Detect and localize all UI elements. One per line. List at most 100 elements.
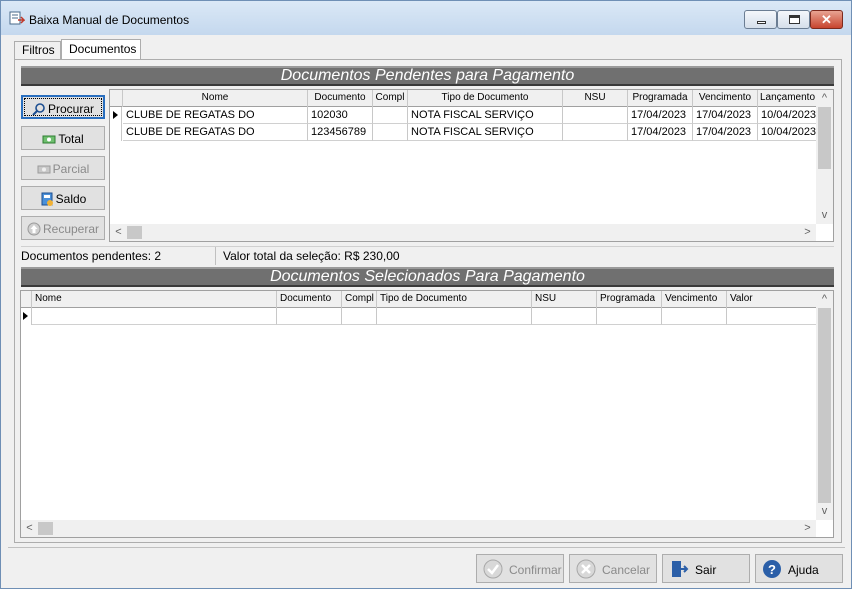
tab-filtros[interactable]: Filtros bbox=[14, 41, 61, 59]
table-row[interactable]: CLUBE DE REGATAS DO FLAMENGO 123456789 N… bbox=[110, 124, 818, 141]
col-tipo-documento[interactable]: Tipo de Documento bbox=[408, 90, 563, 107]
recuperar-button[interactable]: Recuperar bbox=[21, 216, 105, 240]
scroll-down-icon[interactable]: v bbox=[816, 503, 833, 520]
current-row-arrow-icon bbox=[23, 312, 28, 320]
saldo-button[interactable]: Saldo bbox=[21, 186, 105, 210]
money-icon bbox=[37, 165, 51, 174]
cell-nome: CLUBE DE REGATAS DO FLAMENGO bbox=[123, 124, 308, 141]
col-vencimento[interactable]: Vencimento bbox=[693, 90, 758, 107]
col-nsu[interactable]: NSU bbox=[532, 291, 597, 308]
selected-vertical-scrollbar[interactable]: ^ v bbox=[816, 291, 833, 520]
recuperar-label: Recuperar bbox=[42, 221, 100, 236]
scroll-left-icon[interactable]: < bbox=[21, 520, 38, 537]
cell-nsu bbox=[563, 107, 628, 124]
col-compl[interactable]: Compl bbox=[373, 90, 408, 107]
pending-horizontal-scrollbar[interactable]: < > bbox=[110, 224, 816, 241]
scroll-up-icon[interactable]: ^ bbox=[816, 90, 833, 107]
sair-label: Sair bbox=[695, 563, 717, 577]
close-button[interactable]: ✕ bbox=[810, 10, 843, 29]
arrow-up-circle-icon bbox=[27, 222, 41, 236]
minimize-button[interactable] bbox=[744, 10, 777, 29]
scroll-right-icon[interactable]: > bbox=[799, 520, 816, 537]
col-programada[interactable]: Programada bbox=[628, 90, 693, 107]
selected-documents-grid: Nome Documento Compl Tipo de Documento N… bbox=[20, 290, 834, 538]
row-indicator bbox=[110, 124, 122, 141]
total-label: Total bbox=[58, 131, 84, 146]
pending-grid-header: Nome Documento Compl Tipo de Documento N… bbox=[110, 90, 818, 107]
row-indicator bbox=[21, 308, 32, 325]
window-title: Baixa Manual de Documentos bbox=[29, 13, 190, 27]
procurar-label: Procurar bbox=[47, 101, 94, 116]
col-vencimento[interactable]: Vencimento bbox=[662, 291, 727, 308]
col-tipo-documento[interactable]: Tipo de Documento bbox=[377, 291, 532, 308]
cell-lancamento: 10/04/2023 bbox=[758, 124, 818, 141]
confirmar-button[interactable]: Confirmar bbox=[476, 554, 564, 583]
cancelar-button[interactable]: Cancelar bbox=[569, 554, 657, 583]
col-documento[interactable]: Documento bbox=[308, 90, 373, 107]
tab-documentos[interactable]: Documentos bbox=[61, 39, 141, 60]
col-documento[interactable]: Documento bbox=[277, 291, 342, 308]
scroll-down-icon[interactable]: v bbox=[816, 207, 833, 224]
col-nome[interactable]: Nome bbox=[123, 90, 308, 107]
col-programada[interactable]: Programada bbox=[597, 291, 662, 308]
table-row[interactable]: CLUBE DE REGATAS DO FLAMENGO 102030 NOTA… bbox=[110, 107, 818, 124]
table-row[interactable] bbox=[21, 308, 818, 325]
close-icon: ✕ bbox=[821, 12, 832, 27]
cell-compl bbox=[373, 124, 408, 141]
saldo-label: Saldo bbox=[55, 191, 87, 206]
cell-tipo-documento: NOTA FISCAL SERVIÇO bbox=[408, 107, 563, 124]
cell-tipo-documento: NOTA FISCAL SERVIÇO bbox=[408, 124, 563, 141]
col-nsu[interactable]: NSU bbox=[563, 90, 628, 107]
selected-grid-header: Nome Documento Compl Tipo de Documento N… bbox=[21, 291, 818, 308]
check-circle-icon bbox=[483, 559, 503, 579]
selection-total: Valor total da seleção: R$ 230,00 bbox=[223, 249, 400, 263]
cell-documento: 102030 bbox=[308, 107, 373, 124]
scroll-left-icon[interactable]: < bbox=[110, 224, 127, 241]
scroll-right-icon[interactable]: > bbox=[799, 224, 816, 241]
pending-count: Documentos pendentes: 2 bbox=[21, 249, 162, 263]
money-icon bbox=[42, 135, 56, 144]
maximize-button[interactable] bbox=[777, 10, 810, 29]
ajuda-label: Ajuda bbox=[788, 563, 819, 577]
selected-banner: Documentos Selecionados Para Pagamento bbox=[21, 267, 834, 287]
scroll-thumb[interactable] bbox=[127, 226, 142, 239]
col-valor[interactable]: Valor bbox=[727, 291, 818, 308]
title-bar[interactable]: Baixa Manual de Documentos ✕ bbox=[1, 1, 851, 35]
scroll-thumb[interactable] bbox=[818, 107, 831, 169]
app-document-icon bbox=[9, 11, 25, 25]
total-button[interactable]: Total bbox=[21, 126, 105, 150]
procurar-button[interactable]: Procurar bbox=[21, 95, 105, 119]
confirmar-label: Confirmar bbox=[509, 563, 562, 577]
col-nome[interactable]: Nome bbox=[32, 291, 277, 308]
cell-vencimento: 17/04/2023 bbox=[693, 124, 758, 141]
documentos-panel: Documentos Pendentes para Pagamento Proc… bbox=[14, 59, 842, 543]
parcial-button[interactable]: Parcial bbox=[21, 156, 105, 180]
calculator-icon bbox=[41, 192, 53, 206]
cell-compl bbox=[373, 107, 408, 124]
scroll-thumb[interactable] bbox=[38, 522, 53, 535]
sair-button[interactable]: Sair bbox=[662, 554, 750, 583]
cancel-circle-icon bbox=[576, 559, 596, 579]
col-lancamento[interactable]: Lançamento bbox=[758, 90, 818, 107]
scroll-thumb[interactable] bbox=[818, 308, 831, 503]
selected-horizontal-scrollbar[interactable]: < > bbox=[21, 520, 816, 537]
pending-documents-grid: Nome Documento Compl Tipo de Documento N… bbox=[109, 89, 834, 242]
ajuda-button[interactable]: ? Ajuda bbox=[755, 554, 843, 583]
parcial-label: Parcial bbox=[52, 161, 90, 176]
cancelar-label: Cancelar bbox=[602, 563, 651, 577]
cell-vencimento: 17/04/2023 bbox=[693, 107, 758, 124]
cell-documento: 123456789 bbox=[308, 124, 373, 141]
scroll-up-icon[interactable]: ^ bbox=[816, 291, 833, 308]
cell-nsu bbox=[563, 124, 628, 141]
maximize-icon bbox=[789, 15, 800, 24]
pending-vertical-scrollbar[interactable]: ^ v bbox=[816, 90, 833, 224]
search-icon bbox=[32, 103, 45, 116]
cell-nome: CLUBE DE REGATAS DO FLAMENGO bbox=[123, 107, 308, 124]
col-compl[interactable]: Compl bbox=[342, 291, 377, 308]
minimize-icon bbox=[757, 21, 766, 24]
status-bar: Documentos pendentes: 2 Valor total da s… bbox=[21, 246, 834, 265]
row-indicator bbox=[110, 107, 122, 124]
cell-programada: 17/04/2023 bbox=[628, 124, 693, 141]
svg-text:?: ? bbox=[768, 562, 776, 577]
pending-banner: Documentos Pendentes para Pagamento bbox=[21, 66, 834, 86]
